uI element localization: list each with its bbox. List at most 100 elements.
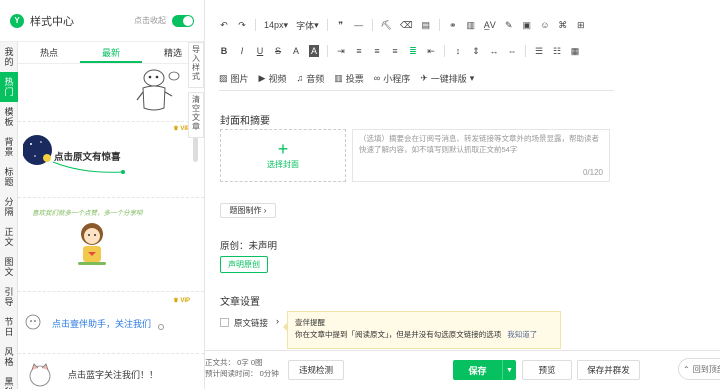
choose-cover-button[interactable]: + 选择封面 xyxy=(220,129,346,182)
vtab-image-text[interactable]: 图文 xyxy=(0,252,18,282)
tab-hot[interactable]: 热点 xyxy=(18,42,80,63)
tab-latest[interactable]: 最新 xyxy=(80,42,142,63)
letter-spacing-icon[interactable]: ↔ xyxy=(489,45,499,57)
vtab-tech[interactable]: 黑科 xyxy=(0,372,18,389)
one-click-layout-label: 一键排版 xyxy=(430,73,467,84)
document-icon[interactable]: ▤ xyxy=(421,19,431,31)
style-card[interactable]: ♛ VIP 点击原文有惊喜 xyxy=(18,122,204,198)
italic-icon[interactable]: I xyxy=(237,45,247,57)
insert-video-button[interactable]: ▶ 视频 xyxy=(259,72,287,84)
toolbar-separator xyxy=(326,19,328,31)
original-link-label: 原文链接 xyxy=(234,318,269,328)
save-button[interactable]: 保存 ▼ xyxy=(453,360,516,380)
card-text: 点击原文有惊喜 xyxy=(54,152,121,163)
preview-button[interactable]: 预览 xyxy=(522,360,572,380)
redo-icon[interactable]: ↷ xyxy=(237,19,247,31)
declare-original-button[interactable]: 声明原创 xyxy=(220,256,268,273)
article-stats: 正文共： 0字 0图 预计阅读时间： 0分钟 xyxy=(205,357,279,379)
chevron-down-icon[interactable]: ▼ xyxy=(502,360,516,380)
title-image-button[interactable]: 题图制作 › xyxy=(220,203,276,218)
clear-format-icon[interactable]: ⌫ xyxy=(400,19,413,31)
original-status: 原创：未声明 xyxy=(220,241,278,252)
plus-icon: + xyxy=(277,139,289,159)
collapse-label[interactable]: 点击收起 xyxy=(134,15,166,26)
vtab-divider[interactable]: 分隔 xyxy=(0,192,18,222)
outdent-icon[interactable]: ⇤ xyxy=(426,45,436,57)
summary-textarea[interactable]: （选填）摘要会在订阅号消息、转发链接等文章外的场景显露，帮助读者快速了解内容，如… xyxy=(352,129,610,182)
toolbar-row-3: ▨ 图片 ▶ 视频 ♫ 音频 ▥ 投票 ∞ 小程序 ✈ 一键排版 ▾ xyxy=(219,72,474,84)
poll-icon: ▥ xyxy=(334,72,343,83)
insert-image-button[interactable]: ▨ 图片 xyxy=(219,72,249,84)
vtab-guide[interactable]: 引导 xyxy=(0,282,18,312)
align-right-icon[interactable]: ≡ xyxy=(390,45,400,57)
indent-icon[interactable]: ⇥ xyxy=(336,45,346,57)
style-card[interactable] xyxy=(18,64,204,122)
violation-check-button[interactable]: 违规检测 xyxy=(288,360,344,380)
vtab-body[interactable]: 正文 xyxy=(0,222,18,252)
clear-article-button[interactable]: 清空文章 xyxy=(188,92,204,138)
insert-poll-button[interactable]: ▥ 投票 xyxy=(334,72,364,84)
undo-icon[interactable]: ↶ xyxy=(219,19,229,31)
cartoon-cat-icon xyxy=(25,314,41,330)
paragraph-spacing-icon[interactable]: ⇕ xyxy=(471,45,481,57)
image-edit-icon[interactable]: ▣ xyxy=(522,19,532,31)
align-justify-icon[interactable]: ≣ xyxy=(408,45,418,57)
save-and-publish-button[interactable]: 保存并群发 xyxy=(577,360,640,380)
align-left-icon[interactable]: ≡ xyxy=(354,45,364,57)
table-icon[interactable]: ▦ xyxy=(570,45,580,57)
font-color-icon[interactable]: A xyxy=(291,45,301,57)
font-size-select[interactable]: 14px ▾ xyxy=(264,19,288,31)
cover-section-title: 封面和摘要 xyxy=(220,116,270,127)
align-center-icon[interactable]: ≡ xyxy=(372,45,382,57)
insert-miniprogram-button[interactable]: ∞ 小程序 xyxy=(374,72,410,84)
collapse-toggle[interactable] xyxy=(172,14,194,27)
code-icon[interactable]: ⌘ xyxy=(558,19,568,31)
chevron-right-icon[interactable]: › xyxy=(276,316,279,326)
vtab-festival[interactable]: 节日 xyxy=(0,312,18,342)
vtab-background[interactable]: 背景 xyxy=(0,132,18,162)
style-card[interactable]: ♛ VIP 点击壹伴助手，关注我们 xyxy=(18,292,204,354)
bold-icon[interactable]: B xyxy=(219,45,229,57)
background-color-icon[interactable]: A xyxy=(309,45,320,57)
vtab-mine[interactable]: 我的 xyxy=(0,42,18,72)
one-click-layout-button[interactable]: ✈ 一键排版 ▾ xyxy=(420,72,474,84)
article-settings-title: 文章设置 xyxy=(220,297,260,308)
layout-icon: ✈ xyxy=(420,72,428,83)
font-family-select[interactable]: 字体 ▾ xyxy=(296,19,319,31)
dismiss-tooltip-link[interactable]: 我知道了 xyxy=(507,330,537,339)
strikethrough-icon[interactable]: S xyxy=(273,45,283,57)
style-card[interactable]: 点击蓝字关注我们！！ xyxy=(18,354,204,389)
title-image-label: 题图制作 xyxy=(229,206,262,215)
word-count-value: 0字 0图 xyxy=(237,358,263,367)
chevron-down-icon: ▾ xyxy=(314,19,319,30)
link-icon[interactable]: ⚭ xyxy=(448,19,458,31)
horizontal-rule-icon[interactable]: — xyxy=(354,19,364,31)
underline-icon[interactable]: U xyxy=(255,45,265,57)
vtab-template[interactable]: 模板 xyxy=(0,102,18,132)
vtab-hot[interactable]: 热门 xyxy=(0,72,18,102)
style-card[interactable]: 喜欢我们就多一个点赞，多一个分享呗 xyxy=(18,198,204,292)
insert-audio-button[interactable]: ♫ 音频 xyxy=(296,72,324,84)
unordered-list-icon[interactable]: ☰ xyxy=(534,45,544,57)
back-to-top-button[interactable]: ⌃ 回到顶部 xyxy=(678,358,720,380)
quote-icon[interactable]: ❞ xyxy=(336,19,346,31)
emoji-icon[interactable]: ☺ xyxy=(540,19,550,31)
sidebar-title: 样式中心 xyxy=(30,15,74,28)
magic-wand-icon[interactable]: ✎ xyxy=(504,19,514,31)
clipboard-icon[interactable]: ▥ xyxy=(466,19,476,31)
vtab-heading[interactable]: 标题 xyxy=(0,162,18,192)
line-height-icon[interactable]: ↕ xyxy=(453,45,463,57)
toolbox-icon[interactable]: ⊞ xyxy=(576,19,586,31)
toolbar-separator xyxy=(327,45,329,57)
ordered-list-icon[interactable]: ☷ xyxy=(552,45,562,57)
insert-miniprogram-label: 小程序 xyxy=(383,73,411,84)
insert-image-label: 图片 xyxy=(230,73,249,84)
letter-spacing-icon[interactable]: A̲V xyxy=(484,19,496,31)
save-label: 保存 xyxy=(468,365,487,376)
format-painter-icon[interactable]: ⛏ xyxy=(381,19,392,31)
original-link-checkbox[interactable] xyxy=(220,318,229,327)
cartoon-cat-icon xyxy=(29,363,51,387)
vtab-style[interactable]: 风格 xyxy=(0,342,18,372)
import-style-button[interactable]: 导入样式 xyxy=(188,42,204,88)
margin-icon[interactable]: ⇔ xyxy=(507,45,517,57)
